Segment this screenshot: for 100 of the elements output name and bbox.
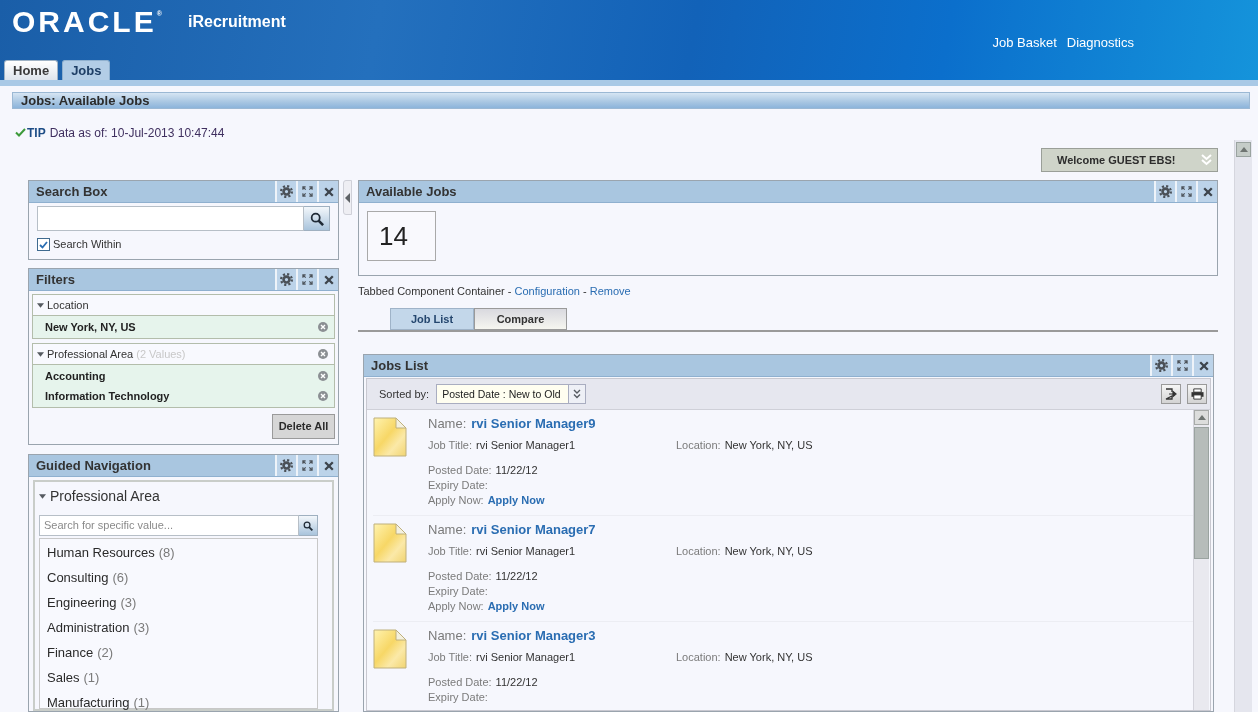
maximize-button[interactable] [296,455,317,476]
scrollbar-track[interactable] [1193,410,1209,710]
settings-button[interactable] [275,181,296,202]
gear-icon [1155,359,1168,372]
close-icon [1198,360,1209,371]
field-label: Expiry Date: [428,691,488,704]
settings-button[interactable] [1150,355,1171,376]
checkmark-icon [15,128,26,137]
facet-title: Professional Area [50,488,160,504]
delete-all-button[interactable]: Delete All [272,414,335,439]
close-button[interactable] [317,455,338,476]
field-value: 11/22/12 [495,464,538,477]
panel-title: Jobs List [370,357,429,374]
field-value: New York, NY, US [724,438,813,452]
field-label: Location: [676,438,721,452]
filter-value: Accounting [45,369,106,383]
scroll-up-button[interactable] [1194,410,1209,425]
facet-value[interactable]: Finance (2) [47,640,317,665]
export-button[interactable] [1161,384,1181,404]
search-icon [309,211,324,226]
document-icon [373,523,407,563]
sort-label: Sorted by: [379,387,430,401]
close-icon [323,274,334,285]
search-button[interactable] [299,515,318,536]
document-icon [373,417,407,457]
field-label: Location: [676,650,721,664]
facet-value[interactable]: Administration (3) [47,615,317,640]
collapse-handle[interactable] [343,180,352,215]
close-button[interactable] [1196,181,1217,202]
gear-icon [280,185,293,198]
field-value: New York, NY, US [724,544,813,558]
filter-group-label: Professional Area [47,347,134,361]
remove-icon[interactable] [318,371,328,381]
field-value: rvi Senior Manager1 [476,650,576,664]
close-button[interactable] [317,181,338,202]
facet-value[interactable]: Sales (1) [47,665,317,690]
field-label: Name: [428,521,467,537]
filter-value: New York, NY, US [45,320,136,334]
checkbox-label: Search Within [53,238,122,251]
search-button[interactable] [304,206,330,231]
field-label: Expiry Date: [428,585,488,598]
maximize-icon [302,460,313,471]
close-icon [323,186,334,197]
tip-text: Data as of: 10-Jul-2013 10:47:44 [49,125,225,140]
caption-link[interactable]: Remove [589,285,631,297]
job-name-link[interactable]: rvi Senior Manager9 [471,415,596,431]
settings-button[interactable] [275,269,296,290]
scrollbar-thumb[interactable] [1194,427,1209,559]
header-link[interactable]: Diagnostics [1066,35,1134,51]
apply-now-link[interactable]: Apply Now [487,600,545,613]
printer-icon [1190,388,1204,400]
job-name-link[interactable]: rvi Senior Manager7 [471,521,596,537]
settings-button[interactable] [275,455,296,476]
field-value: 11/22/12 [495,570,538,583]
facet-value[interactable]: Human Resources (8) [47,540,317,565]
field-label: Location: [676,544,721,558]
maximize-button[interactable] [1171,355,1192,376]
facet-search-field[interactable]: Search for specific value... [39,515,299,536]
remove-icon[interactable] [318,322,328,332]
welcome-menu-button[interactable]: Welcome GUEST EBS! [1041,148,1218,172]
nav-tab[interactable]: Jobs [62,60,111,80]
print-button[interactable] [1187,384,1207,404]
caret-down-icon[interactable] [37,301,44,309]
nav-tab[interactable]: Home [4,60,59,80]
close-button[interactable] [317,269,338,290]
checkbox[interactable] [37,238,50,251]
facet-value[interactable]: Manufacturing (1) [47,690,317,712]
search-field[interactable] [37,206,304,231]
maximize-button[interactable] [296,181,317,202]
apply-now-link[interactable]: Apply Now [487,494,545,507]
job-name-link[interactable]: rvi Senior Manager3 [471,627,596,643]
remove-icon[interactable] [318,391,328,401]
maximize-icon [1181,186,1192,197]
caret-down-icon[interactable] [39,492,46,500]
page-scrollbar[interactable] [1234,140,1252,712]
up-arrow-icon [1197,415,1206,420]
caption-link[interactable]: Configuration [514,285,580,297]
field-label: Expiry Date: [428,479,488,492]
maximize-button[interactable] [296,269,317,290]
facet-value[interactable]: Engineering (3) [47,590,317,615]
facet-value[interactable]: Consulting (6) [47,565,317,590]
scroll-up-button[interactable] [1236,142,1251,157]
close-button[interactable] [1192,355,1213,376]
content-tab[interactable]: Job List [390,308,474,330]
header-link[interactable]: Job Basket [992,35,1057,51]
settings-button[interactable] [1154,181,1175,202]
remove-icon[interactable] [318,349,328,359]
field-label: Apply Now: [428,600,484,613]
sort-dropdown[interactable]: Posted Date : New to Old [436,384,587,404]
field-label: Apply Now: [428,494,484,507]
job-count: 14 [379,221,408,251]
caret-left-icon [345,192,350,203]
maximize-button[interactable] [1175,181,1196,202]
caret-down-icon[interactable] [37,350,44,358]
gear-icon [280,459,293,472]
double-chevron-icon [1201,154,1212,166]
filter-value: Information Technology [45,389,170,403]
content-tab[interactable]: Compare [474,308,567,330]
maximize-icon [302,274,313,285]
document-icon [373,629,407,669]
